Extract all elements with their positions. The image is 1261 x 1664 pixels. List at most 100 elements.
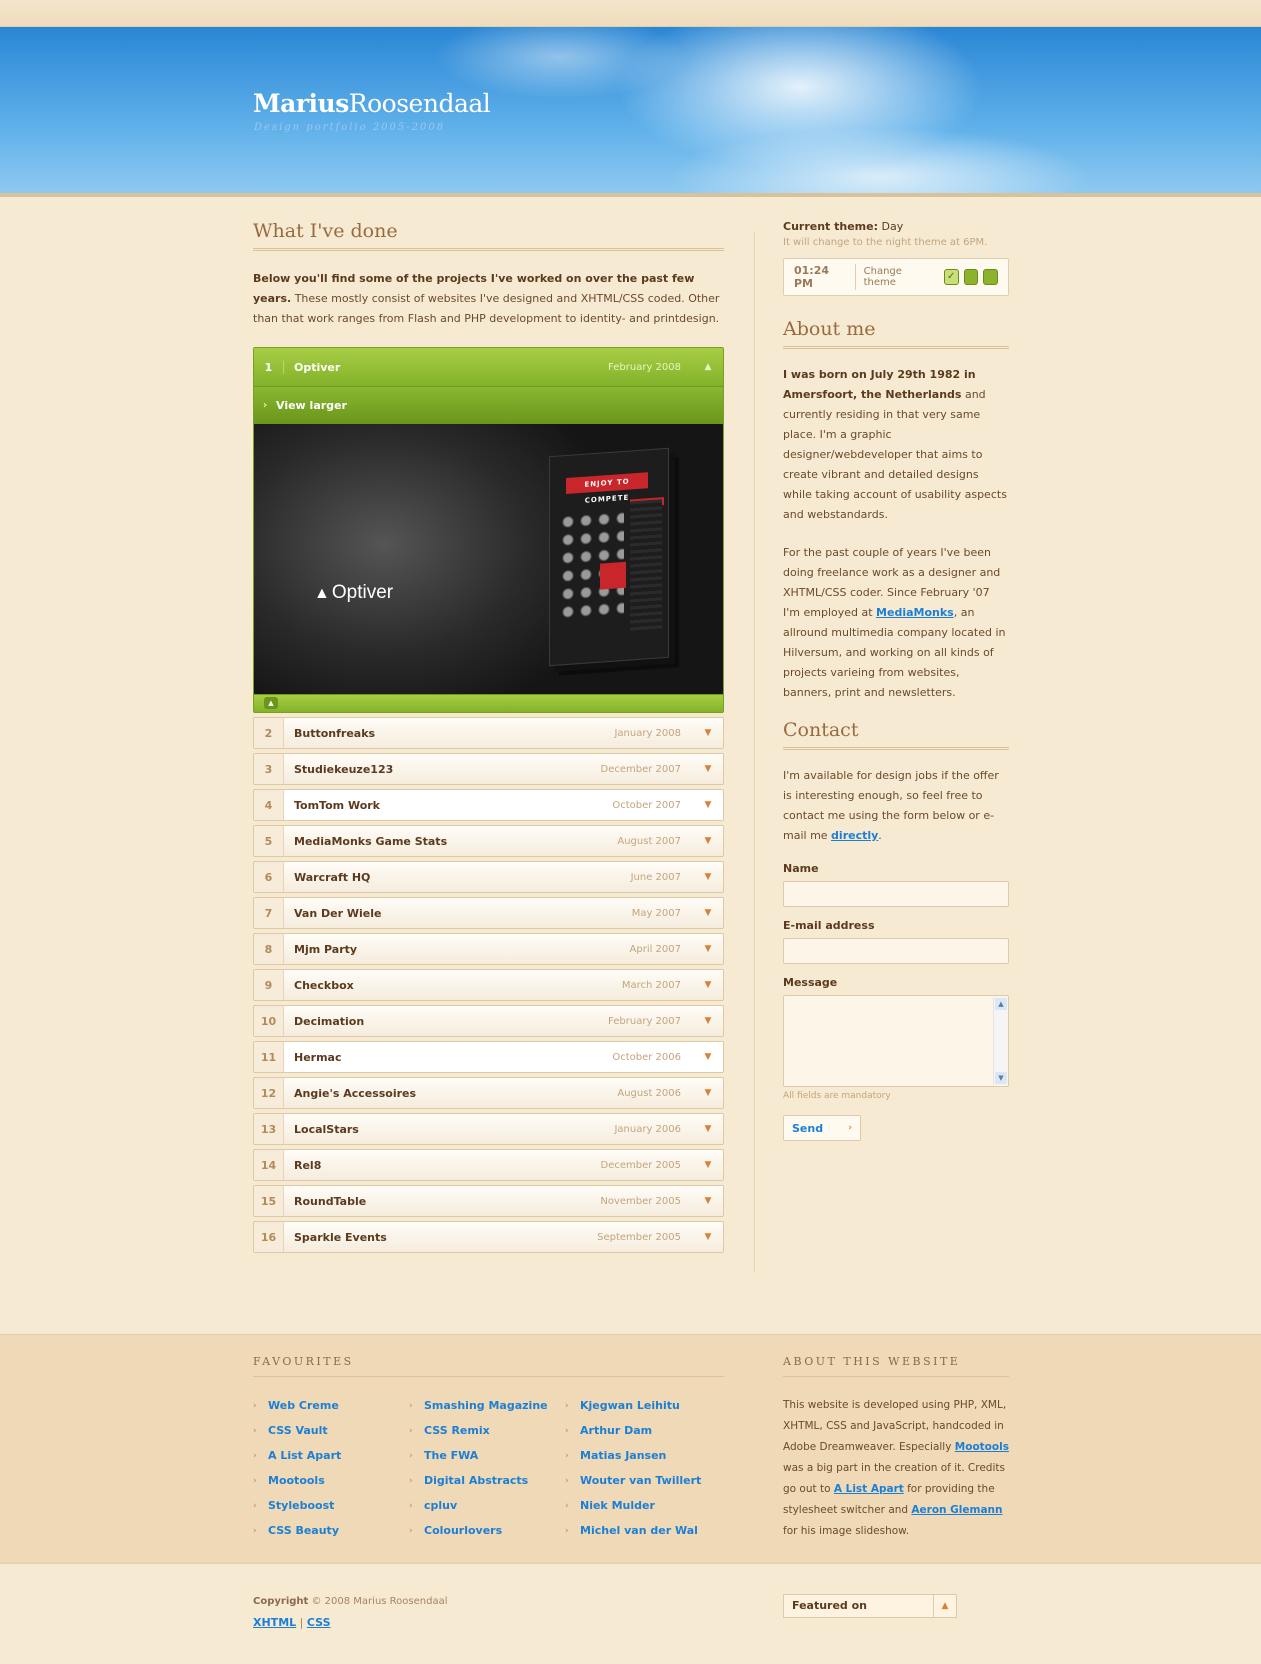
send-button[interactable]: Send › <box>783 1115 861 1141</box>
favourite-link[interactable]: The FWA <box>424 1449 478 1462</box>
bullet-arrow-icon: › <box>565 1525 569 1536</box>
favourite-link[interactable]: CSS Vault <box>268 1424 328 1437</box>
name-field[interactable] <box>783 881 1009 907</box>
theme-option-3[interactable] <box>983 269 998 285</box>
contact-text: I'm available for design jobs if the off… <box>783 769 999 842</box>
chevron-down-icon[interactable]: ▼ <box>693 1196 723 1206</box>
favourites-col-2: › Smashing Magazine › CSS Remix › The FWA › Dig… <box>409 1393 565 1543</box>
project-header-optiver[interactable]: 1 Optiver February 2008 ▲ <box>254 348 723 386</box>
favourite-link[interactable]: Kjegwan Leihitu <box>580 1399 680 1412</box>
favourite-link[interactable]: Arthur Dam <box>580 1424 652 1437</box>
column-divider <box>754 232 755 1272</box>
favourites-links: › Web Creme › CSS Vault › A List Apart › Mootoo… <box>253 1393 724 1543</box>
featured-on-dropdown[interactable]: Featured on ▲ <box>783 1594 957 1618</box>
project-number: 6 <box>254 862 284 892</box>
favourite-link[interactable]: Styleboost <box>268 1499 334 1512</box>
project-item[interactable]: 3 Studiekeuze123 December 2007 ▼ <box>253 753 724 785</box>
favourite-link[interactable]: Michel van der Wal <box>580 1524 698 1537</box>
favourite-link[interactable]: cpluv <box>424 1499 457 1512</box>
aeron-glemann-link[interactable]: Aeron Glemann <box>911 1504 1002 1516</box>
favourite-link[interactable]: Niek Mulder <box>580 1499 655 1512</box>
chevron-down-icon[interactable]: ▼ <box>693 1160 723 1170</box>
project-item[interactable]: 9 Checkbox March 2007 ▼ <box>253 969 724 1001</box>
favourite-item: › Colourlovers <box>409 1518 565 1543</box>
chevron-down-icon[interactable]: ▼ <box>693 1052 723 1062</box>
chevron-down-icon[interactable]: ▼ <box>693 836 723 846</box>
xhtml-link[interactable]: XHTML <box>253 1616 296 1629</box>
project-item[interactable]: 12 Angie's Accessoires August 2006 ▼ <box>253 1077 724 1109</box>
view-larger-button[interactable]: › View larger <box>254 386 723 424</box>
project-item[interactable]: 2 Buttonfreaks January 2008 ▼ <box>253 717 724 749</box>
site-logo[interactable]: MariusRoosendaal <box>253 89 491 118</box>
bottom-bar: Copyright © 2008 Marius Roosendaal XHTML… <box>0 1562 1261 1664</box>
scroll-up-icon[interactable]: ▲ <box>995 998 1007 1010</box>
favourite-item: › CSS Remix <box>409 1418 565 1443</box>
favourite-link[interactable]: Smashing Magazine <box>424 1399 548 1412</box>
email-directly-link[interactable]: directly <box>831 829 878 842</box>
project-number: 2 <box>254 718 284 748</box>
project-number: 11 <box>254 1042 284 1072</box>
chevron-down-icon[interactable]: ▼ <box>693 944 723 954</box>
theme-day-checkbox[interactable]: ✓ <box>943 269 959 285</box>
favourite-item: › cpluv <box>409 1493 565 1518</box>
favourite-link[interactable]: Colourlovers <box>424 1524 502 1537</box>
chevron-down-icon[interactable]: ▼ <box>693 908 723 918</box>
project-item[interactable]: 13 LocalStars January 2006 ▼ <box>253 1113 724 1145</box>
project-item[interactable]: 5 MediaMonks Game Stats August 2007 ▼ <box>253 825 724 857</box>
project-item[interactable]: 15 RoundTable November 2005 ▼ <box>253 1185 724 1217</box>
alistapart-link[interactable]: A List Apart <box>834 1483 904 1495</box>
favourite-item: › Michel van der Wal <box>565 1518 721 1543</box>
favourite-link[interactable]: CSS Beauty <box>268 1524 339 1537</box>
project-item[interactable]: 7 Van Der Wiele May 2007 ▼ <box>253 897 724 929</box>
bullet-arrow-icon: › <box>253 1400 257 1411</box>
collapse-up-icon[interactable]: ▲ <box>264 697 278 709</box>
featured-on-label: Featured on <box>784 1595 934 1617</box>
project-number: 10 <box>254 1006 284 1036</box>
project-item[interactable]: 4 TomTom Work October 2007 ▼ <box>253 789 724 821</box>
favourite-link[interactable]: Mootools <box>268 1474 325 1487</box>
project-item[interactable]: 16 Sparkle Events September 2005 ▼ <box>253 1221 724 1253</box>
favourite-link[interactable]: Matias Jansen <box>580 1449 666 1462</box>
favourite-link[interactable]: Web Creme <box>268 1399 339 1412</box>
contact-title: Contact <box>783 719 1009 750</box>
project-date: December 2007 <box>600 763 681 775</box>
chevron-down-icon[interactable]: ▼ <box>693 980 723 990</box>
css-link[interactable]: CSS <box>307 1616 331 1629</box>
chevron-down-icon[interactable]: ▼ <box>693 800 723 810</box>
email-field[interactable] <box>783 938 1009 964</box>
mootools-link[interactable]: Mootools <box>955 1441 1009 1453</box>
project-item[interactable]: 6 Warcraft HQ June 2007 ▼ <box>253 861 724 893</box>
project-item[interactable]: 11 Hermac October 2006 ▼ <box>253 1041 724 1073</box>
chevron-down-icon[interactable]: ▼ <box>693 872 723 882</box>
favourite-item: › Mootools <box>253 1468 409 1493</box>
project-screenshot[interactable]: ▲ Optiver ENJOY TO COMPETE <box>254 424 723 694</box>
chevron-down-icon[interactable]: ▼ <box>693 1088 723 1098</box>
favourite-link[interactable]: Digital Abstracts <box>424 1474 528 1487</box>
favourite-link[interactable]: A List Apart <box>268 1449 341 1462</box>
mediamonks-link[interactable]: MediaMonks <box>876 606 954 619</box>
project-item[interactable]: 14 Rel8 December 2005 ▼ <box>253 1149 724 1181</box>
chevron-down-icon[interactable]: ▼ <box>693 1124 723 1134</box>
theme-option-2[interactable] <box>963 269 979 285</box>
project-item[interactable]: 8 Mjm Party April 2007 ▼ <box>253 933 724 965</box>
chevron-down-icon[interactable]: ▼ <box>693 1016 723 1026</box>
project-item[interactable]: 10 Decimation February 2007 ▼ <box>253 1005 724 1037</box>
project-number: 1 <box>254 360 284 374</box>
scroll-down-icon[interactable]: ▼ <box>995 1072 1007 1084</box>
project-name: LocalStars <box>294 1122 359 1136</box>
chevron-down-icon[interactable]: ▼ <box>693 1232 723 1242</box>
message-scrollbar[interactable]: ▲ ▼ <box>993 997 1007 1085</box>
favourite-item: › Matias Jansen <box>565 1443 721 1468</box>
chevron-down-icon[interactable]: ▼ <box>693 764 723 774</box>
mockup-text-column <box>630 499 662 632</box>
message-field[interactable]: ▲ ▼ <box>783 995 1009 1087</box>
favourite-link[interactable]: CSS Remix <box>424 1424 490 1437</box>
project-name: Rel8 <box>294 1158 322 1172</box>
favourite-link[interactable]: Wouter van Twillert <box>580 1474 701 1487</box>
project-name: Decimation <box>294 1014 365 1028</box>
chevron-up-icon[interactable]: ▲ <box>693 362 723 372</box>
chevron-down-icon[interactable]: ▼ <box>693 728 723 738</box>
favourite-item: › Digital Abstracts <box>409 1468 565 1493</box>
project-name: MediaMonks Game Stats <box>294 834 448 848</box>
favourites-section: FAVOURITES › Web Creme › CSS Vault › A List A… <box>253 1355 724 1543</box>
